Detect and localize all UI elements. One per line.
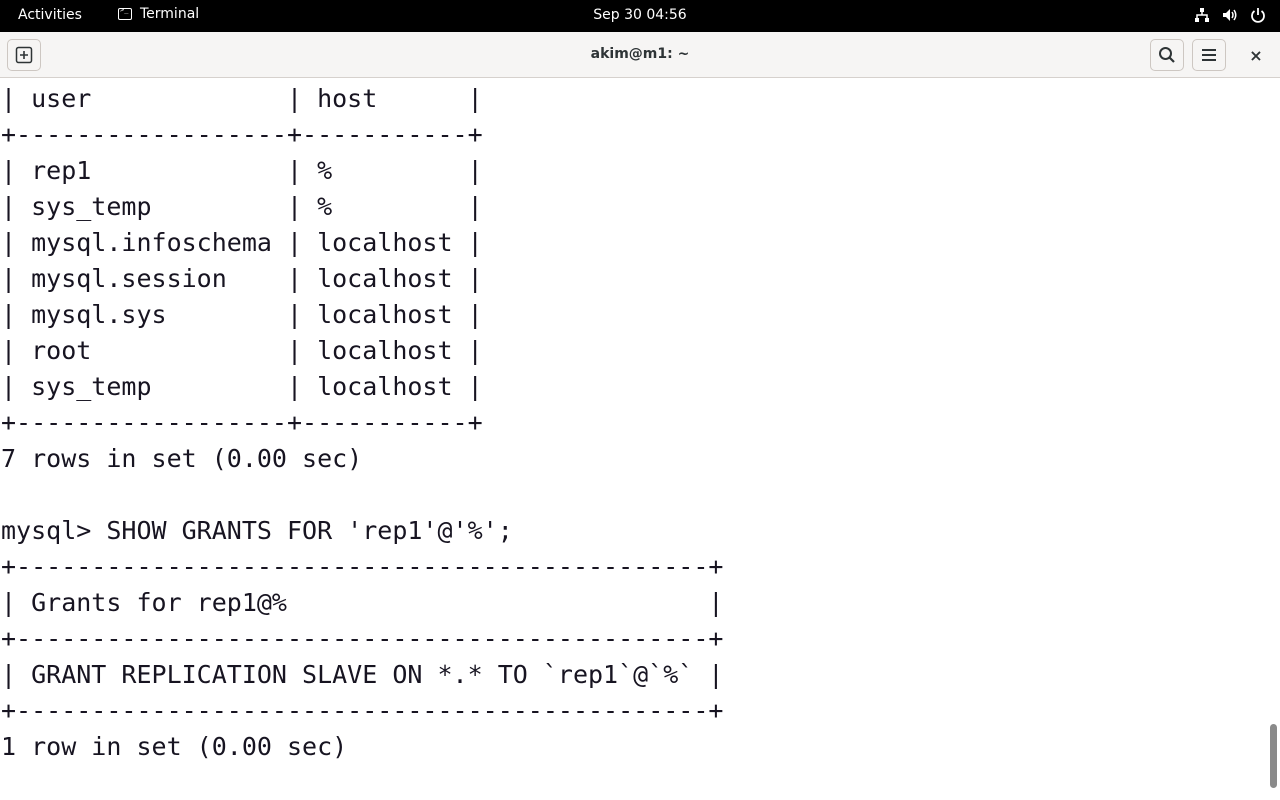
power-icon[interactable] [1250, 7, 1266, 23]
app-name: Terminal [140, 6, 200, 22]
clock[interactable]: Sep 30 04:56 [593, 7, 686, 23]
terminal-line: +------------------+-----------+ [1, 120, 483, 149]
terminal-line: | rep1 | % | [1, 156, 483, 185]
terminal-line: | mysql.sys | localhost | [1, 300, 483, 329]
terminal-line: +------------------+-----------+ [1, 408, 483, 437]
window-title-container: akim@m1: ~ [0, 46, 1280, 62]
system-tray[interactable] [1194, 7, 1266, 23]
terminal-line: 7 rows in set (0.00 sec) [1, 444, 363, 473]
hamburger-icon [1202, 49, 1216, 61]
terminal-line: | root | localhost | [1, 336, 483, 365]
terminal-headerbar: akim@m1: ~ × [0, 32, 1280, 78]
terminal-line: | Grants for rep1@% | [1, 588, 724, 617]
close-button[interactable]: × [1242, 43, 1270, 67]
window-title: akim@m1: ~ [590, 46, 690, 62]
search-button[interactable] [1150, 39, 1184, 71]
activities-button[interactable]: Activities [18, 7, 82, 23]
scrollbar-thumb[interactable] [1270, 724, 1277, 788]
new-tab-button[interactable] [7, 39, 41, 71]
terminal-output[interactable]: | user | host | +------------------+-----… [0, 78, 1266, 800]
network-icon[interactable] [1194, 7, 1210, 23]
terminal-line: | sys_temp | localhost | [1, 372, 483, 401]
close-icon: × [1249, 45, 1263, 65]
app-menu[interactable]: Terminal [118, 6, 199, 22]
terminal-line: 1 row in set (0.00 sec) [1, 732, 348, 761]
gnome-top-bar: Activities Terminal Sep 30 04:56 [0, 0, 1280, 32]
terminal-line: | mysql.session | localhost | [1, 264, 483, 293]
terminal-line: mysql> SHOW GRANTS FOR 'rep1'@'%'; [1, 516, 513, 545]
volume-icon[interactable] [1222, 7, 1238, 23]
menu-button[interactable] [1192, 39, 1226, 71]
terminal-line: | user | host | [1, 84, 483, 113]
terminal-line: | GRANT REPLICATION SLAVE ON *.* TO `rep… [1, 660, 724, 689]
terminal-line: | mysql.infoschema | localhost | [1, 228, 483, 257]
terminal-line: +---------------------------------------… [1, 696, 724, 725]
search-icon [1159, 47, 1175, 63]
new-tab-icon [15, 46, 33, 64]
scrollbar[interactable] [1266, 78, 1280, 800]
terminal-app-icon [118, 6, 132, 20]
terminal-line: | sys_temp | % | [1, 192, 483, 221]
terminal-line: +---------------------------------------… [1, 624, 724, 653]
terminal-line: +---------------------------------------… [1, 552, 724, 581]
